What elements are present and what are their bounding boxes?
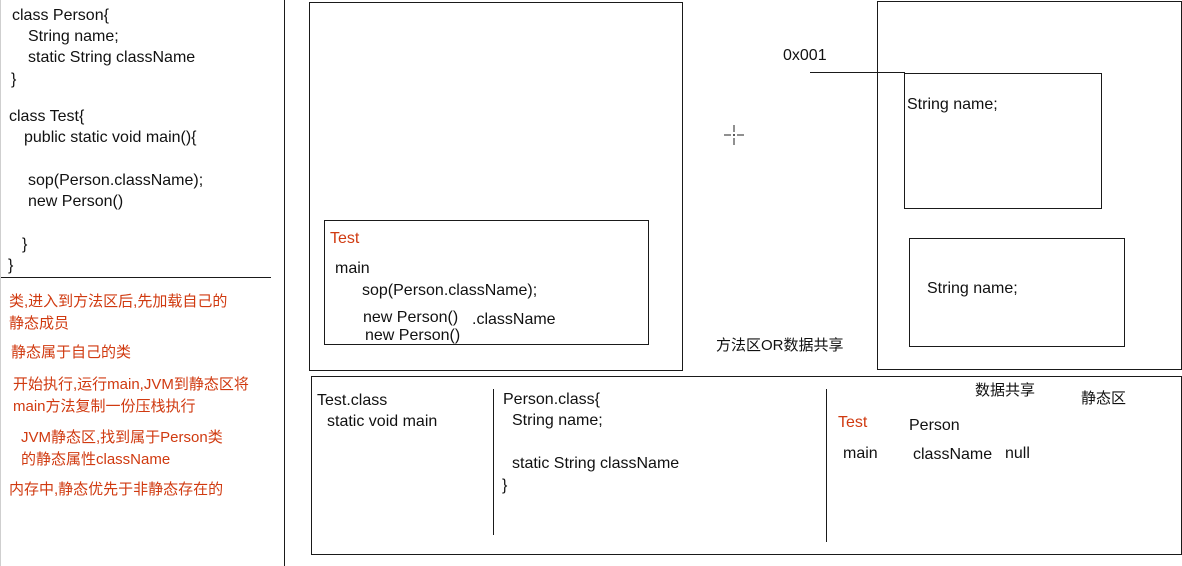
method-area-label: 方法区OR数据共享 [716,337,844,354]
static-person-label: Person [909,417,960,434]
code-line: new Person() [28,193,124,210]
code-line: } [8,257,14,274]
code-line: String name; [28,28,119,45]
left-panel-divider [284,0,285,566]
stack-classname-ref: .className [472,311,556,328]
code-line: public static void main(){ [24,129,197,146]
code-line: class Test{ [9,108,85,125]
stack-new-person-2: new Person() [365,327,461,344]
note-4-line-1: JVM静态区,找到属于Person类 [21,429,223,446]
person-class-name-field: String name; [512,412,603,429]
note-5: 内存中,静态优先于非静态存在的 [9,481,224,498]
static-classname: className [913,446,993,463]
person-class-title: Person.class{ [503,391,600,408]
crosshair-cursor-icon [724,125,744,145]
person-class-static-field: static String className [512,455,680,472]
stack-frame-title: Test [330,230,360,247]
address-pointer-line [810,72,905,73]
person-object-1 [904,73,1102,209]
stack-main: main [335,260,370,277]
code-line: class Person{ [12,7,109,24]
test-class-main: static void main [327,413,438,430]
note-1-line-1: 类,进入到方法区后,先加载自己的 [9,293,228,310]
method-area-divider-2 [826,389,827,542]
note-3-line-2: main方法复制一份压栈执行 [13,398,196,415]
note-1-line-2: 静态成员 [9,315,70,332]
stack-sop-call: sop(Person.className); [362,282,538,299]
method-area-divider-1 [493,389,494,535]
code-line: static String className [28,49,196,66]
left-edge-line [0,0,1,566]
code-line: sop(Person.className); [28,172,204,189]
object-1-field: String name; [907,96,998,113]
note-3-line-1: 开始执行,运行main,JVM到静态区将 [13,376,249,393]
static-test-main: main [843,445,878,462]
data-shared-label: 数据共享 [975,382,1036,399]
static-classname-value: null [1005,445,1030,462]
heap-address: 0x001 [783,47,827,64]
code-line: } [22,236,28,253]
method-area-region [311,376,1182,555]
code-line: } [11,71,17,88]
test-class-title: Test.class [317,392,388,409]
note-2: 静态属于自己的类 [11,344,132,361]
stack-new-person-1: new Person() [363,309,459,326]
note-4-line-2: 的静态属性className [21,451,171,468]
object-2-field: String name; [927,280,1018,297]
person-class-close: } [502,477,508,494]
static-area-label: 静态区 [1081,390,1127,407]
code-notes-separator [0,277,271,278]
static-test-label: Test [838,414,868,431]
